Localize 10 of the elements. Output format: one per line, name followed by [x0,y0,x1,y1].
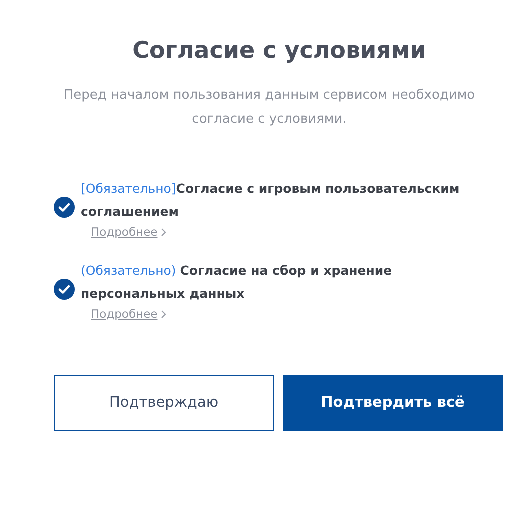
chevron-icon [160,310,167,318]
agreement-label: (Обязательно) Согласие на сбор и хранение персональных данных [81,262,394,303]
confirm-button[interactable]: Подтверждаю [54,375,274,431]
agreement-label: [Обязательно]Согласие с игровым пользовательским соглашением [81,180,461,221]
checked-checkbox[interactable] [54,196,75,218]
confirm-all-button[interactable]: Подтвердить всё [283,375,503,431]
chevron-icon [160,228,167,236]
checked-checkbox[interactable] [54,278,75,300]
intro-text: Перед началом пользования данным сервисом необходимо согласие с условиями. [62,87,476,129]
page-title: Согласие с условиями [132,38,428,64]
